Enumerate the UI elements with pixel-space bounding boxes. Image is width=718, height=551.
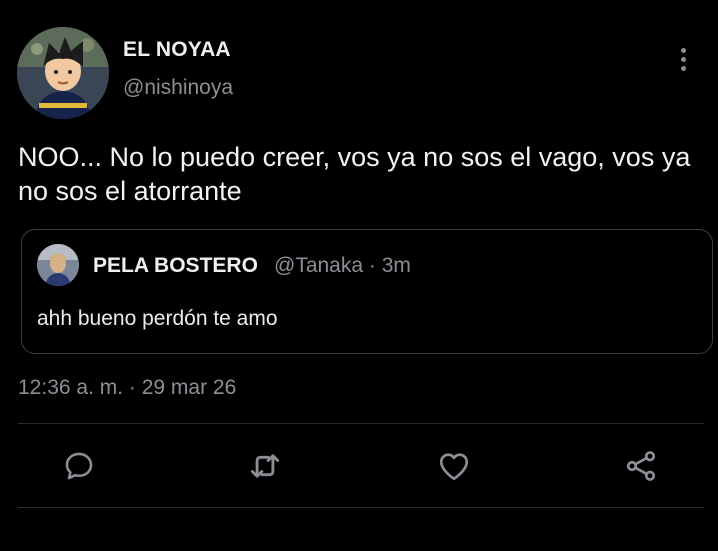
quoted-author-avatar[interactable] <box>37 244 79 286</box>
author-handle[interactable]: @nishinoya <box>123 76 233 100</box>
tweet-text: NOO... No lo puedo creer, vos ya no sos … <box>18 142 691 206</box>
quoted-tweet-card[interactable]: PELA BOSTERO @Tanaka · 3m ahh bueno perd… <box>21 229 713 354</box>
share-icon[interactable] <box>621 446 661 486</box>
retweet-icon[interactable] <box>245 446 285 486</box>
tweet-timestamp: 12:36 a. m. · 29 mar 26 <box>18 376 237 399</box>
quoted-author-meta: @Tanaka · 3m <box>274 254 411 277</box>
more-vertical-icon[interactable] <box>670 44 696 74</box>
reply-icon[interactable] <box>59 446 99 486</box>
quoted-tweet-text: ahh bueno perdón te amo <box>37 307 278 330</box>
author-avatar[interactable] <box>17 27 109 119</box>
heart-icon[interactable] <box>434 446 474 486</box>
divider <box>18 423 704 424</box>
divider <box>18 507 704 508</box>
author-display-name[interactable]: EL NOYAA <box>123 38 231 62</box>
quoted-author-name: PELA BOSTERO <box>93 254 258 277</box>
